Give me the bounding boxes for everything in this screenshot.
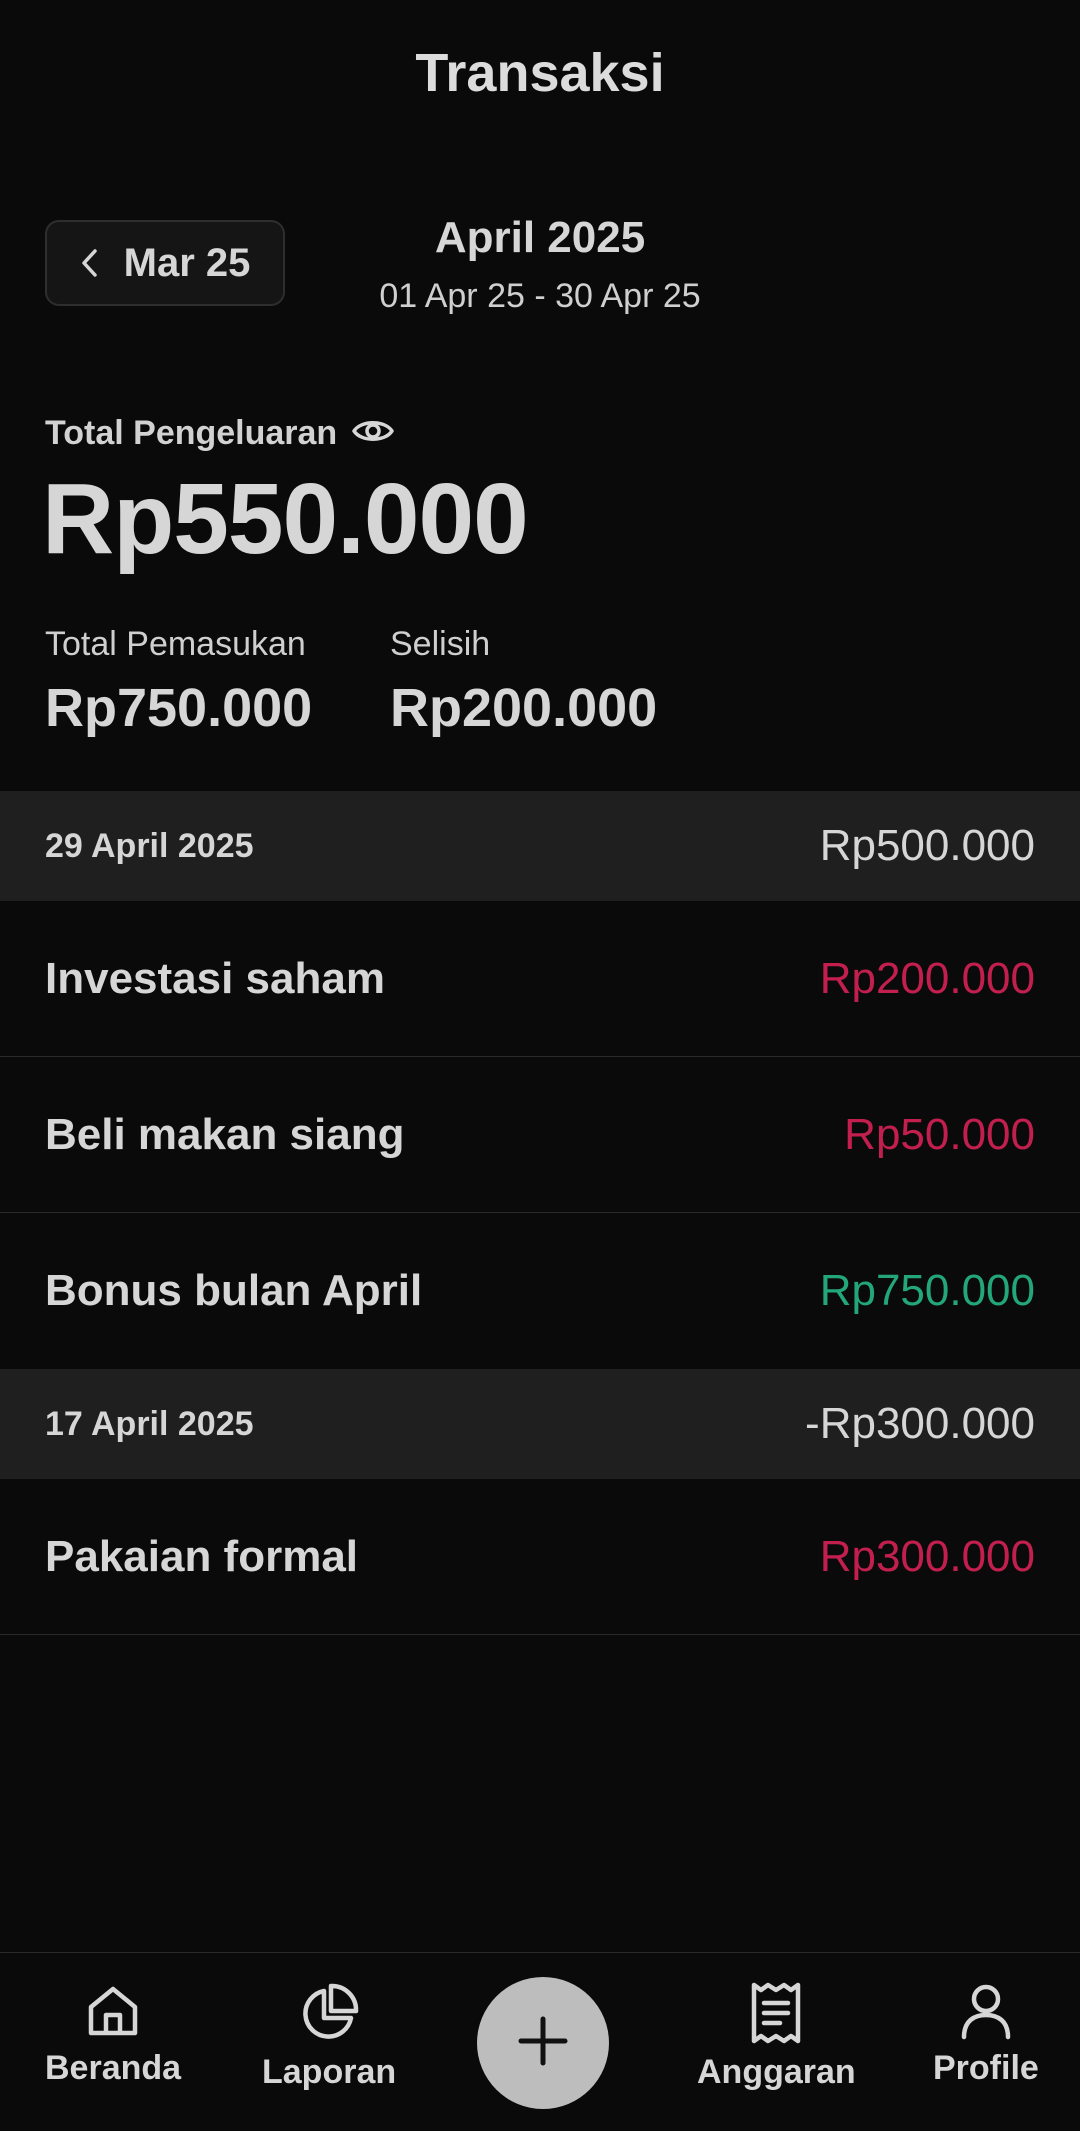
total-expense-label-row: Total Pengeluaran (45, 414, 395, 453)
nav-item-profile[interactable]: Profile (933, 1981, 1039, 2088)
nav-label-laporan: Laporan (262, 2053, 397, 2091)
transaction-list: 29 April 2025 Rp500.000 Investasi saham … (0, 791, 1080, 1635)
date-group-header: 17 April 2025 -Rp300.000 (0, 1369, 1080, 1479)
page-title: Transaksi (415, 43, 665, 103)
nav-item-anggaran[interactable]: Anggaran (697, 1981, 856, 2092)
date-group-header: 29 April 2025 Rp500.000 (0, 791, 1080, 901)
transaction-amount: Rp200.000 (819, 953, 1035, 1003)
chevron-left-icon (80, 247, 100, 279)
difference-summary: Selisih Rp200.000 (390, 622, 657, 738)
eye-icon[interactable] (351, 415, 395, 452)
transaction-item[interactable]: Bonus bulan April Rp750.000 (0, 1213, 1080, 1369)
current-month: April 2025 (434, 213, 646, 262)
previous-month-button[interactable]: Mar 25 (45, 220, 285, 306)
group-total: Rp500.000 (819, 821, 1035, 870)
total-income-amount: Rp750.000 (45, 678, 313, 738)
nav-item-beranda[interactable]: Beranda (45, 1981, 181, 2088)
transaction-name: Investasi saham (45, 953, 385, 1003)
total-income-label: Total Pemasukan (45, 625, 306, 663)
period-display: April 2025 01 Apr 25 - 30 Apr 25 (340, 210, 740, 318)
transaction-name: Bonus bulan April (45, 1266, 423, 1315)
home-icon (83, 1981, 143, 2041)
nav-item-laporan[interactable]: Laporan (262, 1981, 396, 2092)
transaction-amount: Rp50.000 (844, 1109, 1035, 1159)
transaction-name: Pakaian formal (45, 1531, 359, 1581)
receipt-icon (746, 1981, 806, 2045)
total-income-summary: Total Pemasukan Rp750.000 (45, 622, 312, 738)
transaction-amount: Rp300.000 (819, 1531, 1035, 1581)
transaction-item[interactable]: Investasi saham Rp200.000 (0, 901, 1080, 1057)
previous-month-label: Mar 25 (123, 240, 251, 285)
transaction-amount: Rp750.000 (819, 1266, 1035, 1315)
group-date: 29 April 2025 (45, 826, 254, 865)
add-transaction-button[interactable] (477, 1977, 609, 2109)
nav-label-beranda: Beranda (45, 2049, 182, 2087)
plus-icon (515, 2013, 571, 2074)
total-expense-amount: Rp550.000 (42, 463, 529, 575)
difference-amount: Rp200.000 (390, 678, 658, 738)
group-date: 17 April 2025 (45, 1404, 254, 1443)
date-range: 01 Apr 25 - 30 Apr 25 (379, 277, 701, 315)
transaction-name: Beli makan siang (45, 1109, 405, 1159)
transaction-item[interactable]: Pakaian formal Rp300.000 (0, 1479, 1080, 1635)
difference-label: Selisih (390, 625, 491, 663)
person-icon (956, 1981, 1016, 2041)
group-total: -Rp300.000 (805, 1399, 1035, 1448)
pie-chart-icon (297, 1981, 361, 2045)
nav-label-anggaran: Anggaran (697, 2053, 856, 2091)
transaction-item[interactable]: Beli makan siang Rp50.000 (0, 1057, 1080, 1213)
total-expense-label: Total Pengeluaran (45, 414, 338, 452)
nav-label-profile: Profile (933, 2049, 1039, 2087)
